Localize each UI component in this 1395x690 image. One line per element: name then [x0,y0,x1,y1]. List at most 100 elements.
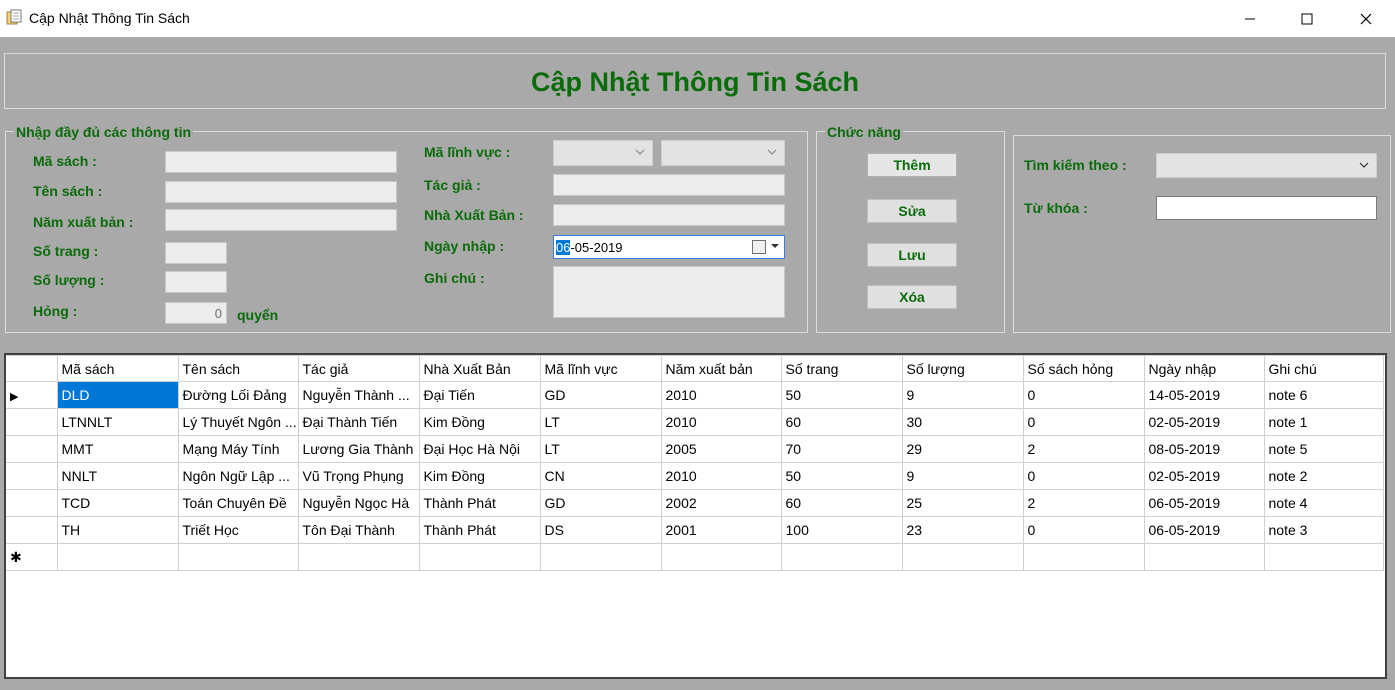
table-cell[interactable]: 2010 [660,381,782,409]
col-nha-xuat-ban[interactable]: Nhà Xuất Bản [418,355,541,382]
row-header[interactable] [6,435,58,463]
table-cell[interactable] [780,543,903,571]
table-cell[interactable]: GD [539,489,662,517]
table-cell[interactable]: Đường Lối Đảng [177,381,299,409]
nam-xuat-ban-input[interactable] [165,209,397,231]
table-cell[interactable]: 06-05-2019 [1143,516,1265,544]
row-header[interactable]: ▶ [6,381,58,409]
table-cell[interactable]: 2010 [660,462,782,490]
table-cell[interactable]: 70 [780,435,903,463]
nha-xuat-ban-input[interactable] [553,204,785,226]
books-datagrid[interactable]: Mã sách Tên sách Tác giả Nhà Xuất Bản Mã… [4,353,1387,679]
table-cell[interactable]: Vũ Trọng Phụng [297,462,420,490]
table-cell[interactable]: note 4 [1263,489,1384,517]
table-cell[interactable]: TH [56,516,179,544]
table-cell[interactable]: 60 [780,489,903,517]
row-header[interactable] [6,462,58,490]
col-ma-linh-vuc[interactable]: Mã lĩnh vực [539,355,662,382]
table-cell[interactable]: 0 [1022,462,1145,490]
table-cell[interactable]: 50 [780,462,903,490]
table-cell[interactable]: 2 [1022,435,1145,463]
table-cell[interactable]: 60 [780,408,903,436]
them-button[interactable]: Thêm [867,153,957,177]
calendar-icon[interactable] [752,240,766,254]
row-header[interactable] [6,489,58,517]
table-cell[interactable]: NNLT [56,462,179,490]
table-cell[interactable]: 06-05-2019 [1143,489,1265,517]
table-cell[interactable]: Thành Phát [418,516,541,544]
ma-sach-input[interactable] [165,151,397,173]
table-cell[interactable] [418,543,541,571]
table-row[interactable]: TCD Toán Chuyên Đề Nguyễn Ngọc Hà Thành Phá… [6,489,1384,517]
table-row[interactable]: ▶ DLD Đường Lối Đảng Nguyễn Thành ... Đại Ti… [6,381,1384,409]
col-nam-xuat-ban[interactable]: Năm xuất bản [660,355,782,382]
luu-button[interactable]: Lưu [867,243,957,267]
ghi-chu-textarea[interactable] [553,266,785,318]
row-header[interactable] [6,516,58,544]
table-cell[interactable]: 30 [901,408,1024,436]
table-cell[interactable]: DS [539,516,662,544]
minimize-button[interactable] [1227,0,1273,37]
tu-khoa-input[interactable] [1156,196,1377,220]
col-ngay-nhap[interactable]: Ngày nhập [1143,355,1265,382]
col-so-sach-hong[interactable]: Số sách hỏng [1022,355,1145,382]
table-cell[interactable]: Kim Đồng [418,462,541,490]
table-cell[interactable]: CN [539,462,662,490]
table-cell[interactable]: 0 [1022,381,1145,409]
table-cell[interactable]: 08-05-2019 [1143,435,1265,463]
col-so-luong[interactable]: Số lượng [901,355,1024,382]
table-cell[interactable]: 29 [901,435,1024,463]
sua-button[interactable]: Sửa [867,199,957,223]
table-cell[interactable]: 2 [1022,489,1145,517]
table-cell[interactable] [1143,543,1265,571]
table-cell[interactable]: 0 [1022,516,1145,544]
table-cell[interactable] [660,543,782,571]
table-cell[interactable]: Đại Học Hà Nội [418,435,541,463]
ngay-nhap-datepicker[interactable]: 06-05-2019 [553,235,785,259]
so-trang-input[interactable] [165,242,227,264]
table-cell[interactable]: Ngôn Ngữ Lập ... [177,462,299,490]
table-cell[interactable]: note 1 [1263,408,1384,436]
table-cell[interactable]: Lương Gia Thành [297,435,420,463]
table-cell[interactable] [56,543,179,571]
table-row[interactable]: LTNNLT Lý Thuyết Ngôn ... Đại Thành Tiến Ki… [6,408,1384,436]
table-cell[interactable]: DLD [56,381,179,409]
table-cell[interactable]: 0 [1022,408,1145,436]
table-cell[interactable] [539,543,662,571]
table-cell[interactable]: 2010 [660,408,782,436]
dropdown-arrow-icon[interactable] [770,240,780,252]
hong-input[interactable]: 0 [165,302,227,324]
tim-kiem-theo-combo[interactable] [1156,153,1377,178]
table-cell[interactable] [1022,543,1145,571]
ten-linh-vuc-combo[interactable] [661,140,785,166]
col-ten-sach[interactable]: Tên sách [177,355,299,382]
table-cell[interactable]: Nguyễn Ngọc Hà [297,489,420,517]
table-cell[interactable]: Thành Phát [418,489,541,517]
table-row[interactable]: TH Triết Học Tôn Đại Thành Thành Phát DS 2001… [6,516,1384,544]
table-cell[interactable]: TCD [56,489,179,517]
col-so-trang[interactable]: Số trang [780,355,903,382]
table-cell[interactable]: 50 [780,381,903,409]
table-cell[interactable]: 25 [901,489,1024,517]
row-header[interactable] [6,408,58,436]
table-cell[interactable]: 2005 [660,435,782,463]
table-cell[interactable]: note 6 [1263,381,1384,409]
table-cell[interactable] [177,543,299,571]
table-row[interactable]: MMT Mạng Máy Tính Lương Gia Thành Đại Học H… [6,435,1384,463]
table-cell[interactable]: 9 [901,381,1024,409]
ma-linh-vuc-combo[interactable] [553,140,653,166]
tac-gia-input[interactable] [553,174,785,196]
table-cell[interactable]: Đại Tiến [418,381,541,409]
ten-sach-input[interactable] [165,181,397,203]
table-cell[interactable]: LTNNLT [56,408,179,436]
table-cell[interactable]: 2002 [660,489,782,517]
table-cell[interactable]: 14-05-2019 [1143,381,1265,409]
table-cell[interactable] [901,543,1024,571]
table-cell[interactable]: LT [539,435,662,463]
table-cell[interactable]: GD [539,381,662,409]
table-cell[interactable]: 02-05-2019 [1143,408,1265,436]
table-cell[interactable]: 23 [901,516,1024,544]
table-cell[interactable]: LT [539,408,662,436]
table-cell[interactable]: 2001 [660,516,782,544]
table-cell[interactable]: MMT [56,435,179,463]
